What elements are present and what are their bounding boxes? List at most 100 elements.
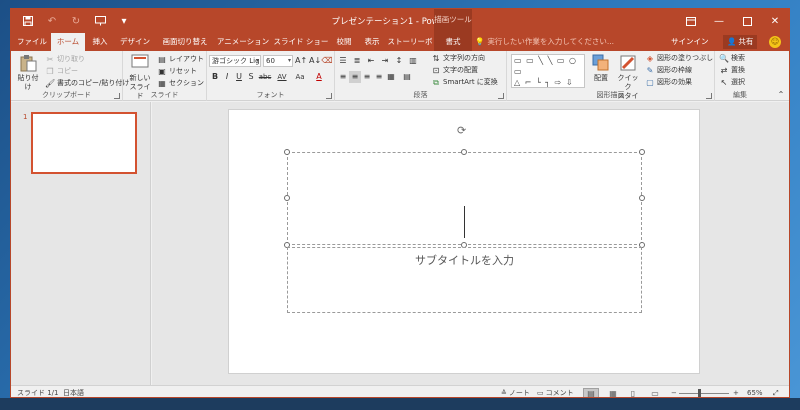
- tab-format[interactable]: 書式: [434, 33, 472, 51]
- tell-me-box[interactable]: 💡 実行したい作業を入力してください...: [475, 33, 614, 51]
- customize-qat-icon[interactable]: ▾: [113, 10, 135, 32]
- tab-transitions[interactable]: 画面切り替え: [157, 33, 213, 51]
- text-direction-button[interactable]: ⇅ 文字列の方向: [431, 53, 485, 64]
- section-button[interactable]: ▦ セクション: [157, 78, 204, 89]
- reading-view-icon[interactable]: ▯: [625, 388, 641, 397]
- font-color-button[interactable]: A: [313, 71, 325, 83]
- font-dialog-launcher-icon[interactable]: [326, 93, 332, 99]
- shape-effects-button[interactable]: ▢ 図形の効果: [645, 77, 692, 88]
- format-painter-label: 書式のコピー/貼り付け: [57, 79, 130, 87]
- collapse-ribbon-icon[interactable]: ⌃: [775, 89, 787, 101]
- shapes-gallery[interactable]: ▭ ▭ ╲ ╲ ▭ ○ ▭ △ ⌐ └ ┐ ⇨ ⇩ ☆ ⌒ ⌒ ∽ ⌒ { } …: [511, 54, 585, 88]
- align-right-icon[interactable]: ≡: [361, 71, 373, 83]
- clear-formatting-icon[interactable]: ⌫: [321, 55, 333, 67]
- drawing-dialog-launcher-icon[interactable]: [706, 93, 712, 99]
- fit-to-window-icon[interactable]: ⤢: [773, 386, 779, 397]
- signin-link[interactable]: サインイン: [671, 33, 709, 51]
- slide-thumbnail-selected[interactable]: [31, 112, 137, 174]
- convert-smartart-button[interactable]: ⧉ SmartArt に変換: [431, 77, 498, 88]
- change-case-button[interactable]: Aa: [293, 71, 307, 83]
- save-icon[interactable]: [17, 10, 39, 32]
- tab-home[interactable]: ホーム: [51, 33, 85, 51]
- columns-icon[interactable]: ▥: [407, 55, 419, 67]
- shape-outline-button[interactable]: ✎ 図形の枠線: [645, 65, 692, 76]
- start-from-beginning-icon[interactable]: [89, 10, 111, 32]
- justify-icon[interactable]: ≡: [373, 71, 385, 83]
- char-spacing-button[interactable]: AV: [275, 71, 289, 83]
- rotate-handle-icon[interactable]: ⟳: [457, 124, 466, 137]
- slide-canvas[interactable]: ⟳ サブタイトルを入力: [228, 109, 700, 374]
- align-text-button[interactable]: ⊡ 文字の配置: [431, 65, 478, 76]
- line-spacing-icon[interactable]: ↕: [393, 55, 405, 67]
- clipboard-group: 貼り付け ✂ 切り取り ❐ コピー 🖌 書式のコピー/貼り付け クリップボード: [11, 51, 129, 101]
- increase-indent-icon[interactable]: ⇥: [379, 55, 391, 67]
- shrink-font-icon[interactable]: A↓: [309, 55, 321, 67]
- cut-button[interactable]: ✂ 切り取り: [45, 54, 85, 65]
- text-columns-icon[interactable]: ▤: [401, 71, 413, 83]
- zoom-level[interactable]: 65%: [747, 386, 763, 397]
- smiley-icon[interactable]: ☺: [769, 36, 781, 48]
- clipboard-dialog-launcher-icon[interactable]: [114, 93, 120, 99]
- maximize-icon[interactable]: [733, 9, 761, 33]
- copy-button[interactable]: ❐ コピー: [45, 66, 78, 77]
- tab-storyboarding[interactable]: ストーリーボード: [387, 33, 433, 64]
- zoom-out-button[interactable]: −: [671, 386, 677, 397]
- powerpoint-window: ↶ ↻ ▾ プレゼンテーション1 - PowerPoint 描画ツール — ✕ …: [10, 8, 790, 398]
- italic-button[interactable]: I: [221, 71, 233, 83]
- resize-handle-top-right[interactable]: [639, 149, 645, 155]
- select-button[interactable]: ↖ 選択: [719, 77, 745, 88]
- slideshow-view-icon[interactable]: ▭: [647, 388, 663, 397]
- undo-icon[interactable]: ↶: [41, 10, 63, 32]
- bold-button[interactable]: B: [209, 71, 221, 83]
- reset-button[interactable]: ▣ リセット: [157, 66, 197, 77]
- font-size-combobox[interactable]: 60 ▾: [263, 55, 293, 67]
- grow-font-icon[interactable]: A↑: [295, 55, 307, 67]
- resize-handle-top[interactable]: [461, 149, 467, 155]
- layout-button[interactable]: ▤ レイアウト: [157, 54, 204, 65]
- language-indicator[interactable]: 日本語: [63, 386, 84, 397]
- tab-slideshow[interactable]: スライド ショー: [273, 33, 329, 51]
- normal-view-icon[interactable]: ▤: [583, 388, 599, 397]
- tab-design[interactable]: デザイン: [115, 33, 155, 51]
- shape-fill-button[interactable]: ◈ 図形の塗りつぶし: [645, 53, 713, 64]
- replace-button[interactable]: ⇄ 置換: [719, 65, 745, 76]
- arrange-button[interactable]: 配置: [589, 54, 613, 83]
- subtitle-placeholder[interactable]: サブタイトルを入力: [287, 247, 642, 313]
- find-button[interactable]: 🔍 検索: [719, 53, 745, 64]
- tab-file[interactable]: ファイル: [15, 33, 49, 51]
- ribbon-display-options-icon[interactable]: [677, 9, 705, 33]
- strikethrough-button[interactable]: abc: [257, 71, 273, 83]
- paste-button[interactable]: 貼り付け: [15, 54, 41, 92]
- tab-animations[interactable]: アニメーション: [215, 33, 271, 51]
- font-name-combobox[interactable]: 游ゴシック Ligh ▾: [209, 55, 261, 67]
- tell-me-placeholder: 実行したい作業を入力してください...: [487, 37, 615, 46]
- align-center-icon[interactable]: ≡: [349, 71, 361, 83]
- share-button[interactable]: 👤 共有: [723, 35, 758, 49]
- text-direction-icon: ⇅: [432, 54, 440, 63]
- align-left-icon[interactable]: ≡: [337, 71, 349, 83]
- zoom-slider-thumb[interactable]: [698, 389, 701, 397]
- distributed-icon[interactable]: ▦: [385, 71, 397, 83]
- format-painter-button[interactable]: 🖌 書式のコピー/貼り付け: [45, 78, 129, 89]
- resize-handle-right[interactable]: [639, 195, 645, 201]
- zoom-in-button[interactable]: +: [733, 386, 739, 397]
- paragraph-dialog-launcher-icon[interactable]: [498, 93, 504, 99]
- status-bar: スライド 1/1 日本語 ≙ ノート ▭ コメント ▤ ▦ ▯ ▭ − + 65…: [11, 385, 789, 397]
- notes-button[interactable]: ≙ ノート: [501, 386, 530, 397]
- numbering-icon[interactable]: ≣: [351, 55, 363, 67]
- decrease-indent-icon[interactable]: ⇤: [365, 55, 377, 67]
- resize-handle-left[interactable]: [284, 195, 290, 201]
- shadow-button[interactable]: S: [245, 71, 257, 83]
- minimize-icon[interactable]: —: [705, 9, 733, 33]
- close-icon[interactable]: ✕: [761, 9, 789, 33]
- slide-sorter-view-icon[interactable]: ▦: [605, 388, 621, 397]
- tab-view[interactable]: 表示: [359, 33, 385, 51]
- underline-button[interactable]: U: [233, 71, 245, 83]
- tab-insert[interactable]: 挿入: [87, 33, 113, 51]
- resize-handle-top-left[interactable]: [284, 149, 290, 155]
- bullets-icon[interactable]: ☰: [337, 55, 349, 67]
- comments-button[interactable]: ▭ コメント: [537, 386, 574, 397]
- zoom-slider[interactable]: [679, 393, 729, 394]
- redo-icon[interactable]: ↻: [65, 10, 87, 32]
- tab-review[interactable]: 校閲: [331, 33, 357, 51]
